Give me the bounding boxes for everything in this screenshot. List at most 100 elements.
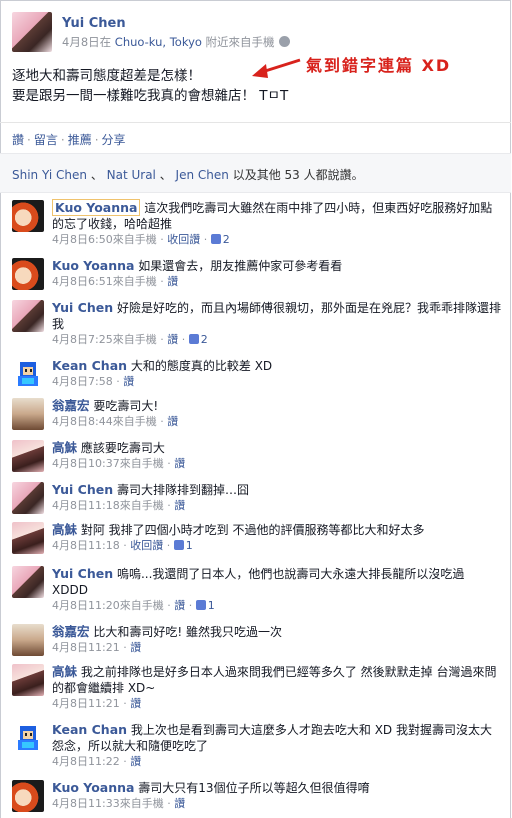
commenter-name[interactable]: Yui Chen <box>52 566 113 581</box>
comment-text: 如果還會去，朋友推薦仲家可參考看看 <box>138 259 343 273</box>
comment-time[interactable]: 4月8日6:51 <box>52 275 113 288</box>
separator: · <box>94 133 99 147</box>
comment-item: 高鮇 應該要吃壽司大 4月8日10:37來自手機 · 讚 <box>12 440 502 472</box>
comment-time[interactable]: 4月8日11:21 <box>52 697 120 710</box>
separator: · <box>163 599 175 612</box>
comment-like-link[interactable]: 讚 <box>167 275 178 288</box>
annotation-text: 氣到錯字連篇 XD <box>306 56 452 75</box>
commenter-name[interactable]: Kuo Yoanna <box>52 199 141 216</box>
comment-body: Kean Chan 我上次也是看到壽司大這麼多人才跑去吃大和 XD 我對握壽司沒… <box>52 722 502 770</box>
liker-name[interactable]: Shin Yi Chen <box>12 168 87 182</box>
kuo-avatar[interactable] <box>12 780 44 812</box>
post-location-link[interactable]: Chuo-ku, Tokyo <box>115 35 202 49</box>
comment-like-link[interactable]: 讚 <box>130 697 141 710</box>
comment-time[interactable]: 4月8日10:37 <box>52 457 120 470</box>
comment-like-link[interactable]: 讚 <box>174 797 185 810</box>
comment-time[interactable]: 4月8日11:18 <box>52 539 120 552</box>
gao-avatar[interactable] <box>12 664 44 696</box>
yui-avatar[interactable] <box>12 566 44 598</box>
commenter-name[interactable]: Yui Chen <box>52 300 113 315</box>
comment-time[interactable]: 4月8日7:58 <box>52 375 113 388</box>
separator: · <box>156 415 168 428</box>
kean-avatar[interactable] <box>12 358 44 390</box>
comment-item: Kuo Yoanna 如果還會去，朋友推薦仲家可參考看看 4月8日6:51來自手機… <box>12 258 502 290</box>
commenter-name[interactable]: Kean Chan <box>52 358 127 373</box>
comment-like-link[interactable]: 收回讚 <box>167 233 200 246</box>
comment-like-link[interactable]: 讚 <box>174 599 185 612</box>
commenter-name[interactable]: 高鮇 <box>52 664 77 679</box>
comment-time[interactable]: 4月8日11:21 <box>52 641 120 654</box>
separator: · <box>119 641 131 654</box>
separator: · <box>163 499 175 512</box>
commenter-name[interactable]: 翁嘉宏 <box>52 398 90 413</box>
comment-body: 翁嘉宏 要吃壽司大! 4月8日8:44來自手機 · 讚 <box>52 398 178 430</box>
comment-text: 壽司大只有13個位子所以等超久但很值得唷 <box>138 781 370 795</box>
comment-text: 壽司大排隊排到翻掉…囧 <box>116 483 249 497</box>
comment-time[interactable]: 4月8日11:18 <box>52 499 120 512</box>
comment-like-count[interactable]: 1 <box>186 539 193 552</box>
commenter-name[interactable]: 翁嘉宏 <box>52 624 90 639</box>
weng-avatar[interactable] <box>12 398 44 430</box>
comment-body: 高鮇 對阿 我排了四個小時才吃到 不過他的評價服務等都比大和好太多 4月8日11:… <box>52 522 424 554</box>
comment-like-count[interactable]: 2 <box>223 233 230 246</box>
comment-body: Kuo Yoanna 這次我們吃壽司大雖然在雨中排了四小時，但東西好吃服務好加點… <box>52 199 502 248</box>
separator: · <box>163 457 175 470</box>
kuo-avatar[interactable] <box>12 258 44 290</box>
comment-like-count[interactable]: 1 <box>208 599 215 612</box>
post-date[interactable]: 4月8日在 <box>62 35 115 49</box>
comment-time[interactable]: 4月8日7:25 <box>52 333 113 346</box>
gao-avatar[interactable] <box>12 522 44 554</box>
comment-time[interactable]: 4月8日11:33 <box>52 797 120 810</box>
post-author-name[interactable]: Yui Chen <box>62 16 290 31</box>
thumb-up-icon <box>210 234 221 244</box>
comment-like-link[interactable]: 讚 <box>174 499 185 512</box>
comment-text: 應該要吃壽司大 <box>80 441 165 455</box>
comment-body: 高鮇 應該要吃壽司大 4月8日10:37來自手機 · 讚 <box>52 440 185 472</box>
commenter-name[interactable]: 高鮇 <box>52 522 77 537</box>
share-link[interactable]: 分享 <box>102 133 126 147</box>
author-avatar[interactable] <box>12 12 52 52</box>
comment-item: Kuo Yoanna 壽司大只有13個位子所以等超久但很值得唷 4月8日11:33… <box>12 780 502 812</box>
commenter-name[interactable]: Kean Chan <box>52 722 127 737</box>
separator: · <box>156 275 168 288</box>
comment-time[interactable]: 4月8日11:22 <box>52 755 120 768</box>
gao-avatar[interactable] <box>12 440 44 472</box>
commenter-name[interactable]: 高鮇 <box>52 440 77 455</box>
comment-body: Kuo Yoanna 壽司大只有13個位子所以等超久但很值得唷 4月8日11:33… <box>52 780 370 812</box>
comment-like-link[interactable]: 讚 <box>174 457 185 470</box>
comment-link[interactable]: 留言 <box>34 133 58 147</box>
commenter-name[interactable]: Kuo Yoanna <box>52 780 134 795</box>
comment-text: 我之前排隊也是好多日本人過來問我們已經等多久了 然後默默走掉 台灣過來問的都會繼… <box>52 665 497 695</box>
commenter-name[interactable]: Yui Chen <box>52 482 113 497</box>
comment-text: 大和的態度真的比較差 XD <box>130 359 273 373</box>
recommend-link[interactable]: 推薦 <box>68 133 92 147</box>
comment-meta: 4月8日11:21 · 讚 <box>52 640 282 656</box>
comment-like-link[interactable]: 讚 <box>123 375 134 388</box>
comment-like-link[interactable]: 讚 <box>167 333 178 346</box>
comment-meta: 4月8日7:58 · 讚 <box>52 374 272 390</box>
kean-avatar[interactable] <box>12 722 44 754</box>
like-link[interactable]: 讚 <box>12 133 24 147</box>
thumb-up-icon <box>195 600 206 610</box>
weng-avatar[interactable] <box>12 624 44 656</box>
comment-like-link[interactable]: 讚 <box>167 415 178 428</box>
globe-icon[interactable] <box>278 36 290 47</box>
yui-avatar[interactable] <box>12 300 44 332</box>
comment-time[interactable]: 4月8日6:50 <box>52 233 113 246</box>
likes-count-text[interactable]: 以及其他 53 人都說讚。 <box>229 168 364 182</box>
comment-time[interactable]: 4月8日11:20 <box>52 599 120 612</box>
kuo-avatar[interactable] <box>12 200 44 232</box>
comment-like-link[interactable]: 讚 <box>130 755 141 768</box>
commenter-name[interactable]: Kuo Yoanna <box>52 258 134 273</box>
comment-time[interactable]: 4月8日8:44 <box>52 415 113 428</box>
comment-like-link[interactable]: 收回讚 <box>130 539 163 552</box>
comment-like-count[interactable]: 2 <box>201 333 208 346</box>
comment-source: 來自手機 <box>112 233 157 246</box>
liker-name[interactable]: Nat Ural <box>107 168 156 182</box>
post-body-line: 逐地大和壽司態度超差是怎樣！ <box>12 68 201 84</box>
liker-name[interactable]: Jen Chen <box>176 168 229 182</box>
comment-like-link[interactable]: 讚 <box>130 641 141 654</box>
comment-item: Kuo Yoanna 這次我們吃壽司大雖然在雨中排了四小時，但東西好吃服務好加點… <box>12 199 502 248</box>
separator: · <box>119 539 131 552</box>
yui-avatar[interactable] <box>12 482 44 514</box>
